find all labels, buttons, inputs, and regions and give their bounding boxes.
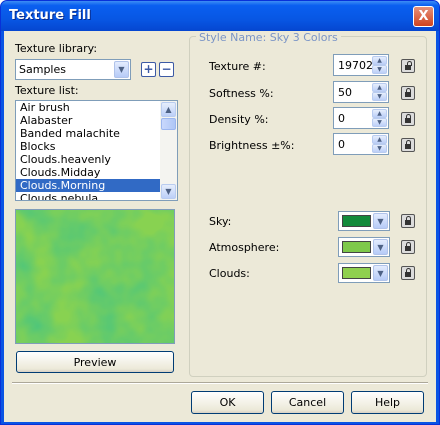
texture-list-label: Texture list: (15, 84, 79, 97)
sky-lock-icon[interactable] (401, 214, 415, 228)
texture-preview (15, 209, 175, 344)
remove-library-button[interactable]: − (159, 62, 174, 77)
title-bar[interactable]: Texture Fill X (1, 1, 439, 31)
cancel-button[interactable]: Cancel (271, 391, 344, 414)
spin-down-icon[interactable]: ▼ (372, 118, 387, 127)
chevron-down-icon[interactable]: ▼ (373, 239, 388, 255)
spin-up-icon[interactable]: ▲ (372, 56, 387, 65)
atmosphere-lock-icon[interactable] (401, 240, 415, 254)
scroll-up-icon[interactable]: ▲ (161, 102, 176, 117)
clouds-color-picker[interactable]: ▼ (338, 263, 390, 283)
texture-library-label: Texture library: (15, 42, 98, 55)
list-item[interactable]: Clouds.Morning (16, 179, 177, 192)
atmosphere-color-swatch (342, 241, 371, 253)
dialog-window: Texture Fill X Texture library: Samples … (0, 0, 440, 425)
scroll-thumb[interactable] (161, 118, 176, 130)
softness-label: Softness %: (209, 87, 274, 100)
spin-down-icon[interactable]: ▼ (372, 92, 387, 101)
chevron-down-icon[interactable]: ▼ (114, 61, 129, 78)
spin-up-icon[interactable]: ▲ (372, 83, 387, 92)
chevron-down-icon[interactable]: ▼ (373, 213, 388, 229)
sky-color-swatch (342, 215, 371, 227)
softness-value: 50 (338, 86, 352, 99)
dialog-body: Texture library: Samples ▼ + − Texture l… (4, 31, 436, 422)
list-scrollbar[interactable]: ▲ ▼ (160, 101, 177, 200)
spin-down-icon[interactable]: ▼ (372, 144, 387, 153)
density-value: 0 (338, 112, 345, 125)
spin-up-icon[interactable]: ▲ (372, 109, 387, 118)
texture-list-items: Air brush Alabaster Banded malachite Blocks… (16, 101, 177, 200)
preview-button-label: Preview (73, 356, 117, 369)
sky-label: Sky: (209, 215, 232, 228)
close-button[interactable]: X (413, 6, 434, 27)
texture-number-value: 19702 (338, 59, 373, 72)
chevron-down-icon[interactable]: ▼ (373, 265, 388, 281)
style-name-label: Style Name: Sky 3 Colors (196, 31, 341, 44)
footer-divider (12, 382, 428, 384)
texture-library-select[interactable]: Samples ▼ (15, 59, 131, 80)
scroll-down-icon[interactable]: ▼ (161, 184, 176, 199)
sky-color-picker[interactable]: ▼ (338, 211, 390, 231)
list-item[interactable]: Air brush (16, 101, 177, 114)
softness-lock-icon[interactable] (401, 86, 415, 100)
brightness-input[interactable]: 0 ▲ ▼ (333, 133, 389, 155)
texture-lock-icon[interactable] (401, 59, 415, 73)
spin-up-icon[interactable]: ▲ (372, 135, 387, 144)
add-library-button[interactable]: + (141, 62, 156, 77)
list-item[interactable]: Clouds.nebula (16, 192, 177, 200)
ok-button-label: OK (219, 396, 236, 409)
clouds-label: Clouds: (209, 267, 250, 280)
atmosphere-label: Atmosphere: (209, 241, 280, 254)
help-button-label: Help (374, 396, 401, 409)
spin-down-icon[interactable]: ▼ (372, 65, 387, 74)
density-input[interactable]: 0 ▲ ▼ (333, 107, 389, 129)
brightness-value: 0 (338, 138, 345, 151)
ok-button[interactable]: OK (191, 391, 264, 414)
list-item[interactable]: Clouds.Midday (16, 166, 177, 179)
atmosphere-color-picker[interactable]: ▼ (338, 237, 390, 257)
cancel-button-label: Cancel (288, 396, 327, 409)
list-item[interactable]: Clouds.heavenly (16, 153, 177, 166)
brightness-label: Brightness ±%: (209, 139, 295, 152)
density-lock-icon[interactable] (401, 112, 415, 126)
window-title: Texture Fill (9, 8, 91, 23)
list-item[interactable]: Blocks (16, 140, 177, 153)
softness-input[interactable]: 50 ▲ ▼ (333, 81, 389, 103)
clouds-lock-icon[interactable] (401, 266, 415, 280)
list-item[interactable]: Alabaster (16, 114, 177, 127)
density-label: Density %: (209, 113, 269, 126)
brightness-lock-icon[interactable] (401, 138, 415, 152)
texture-number-label: Texture #: (209, 60, 266, 73)
preview-button[interactable]: Preview (16, 351, 174, 373)
texture-list[interactable]: Air brush Alabaster Banded malachite Blocks… (15, 100, 178, 201)
clouds-color-swatch (342, 267, 371, 279)
texture-number-input[interactable]: 19702 ▲ ▼ (333, 54, 389, 76)
list-item[interactable]: Banded malachite (16, 127, 177, 140)
texture-library-value: Samples (19, 63, 66, 76)
help-button[interactable]: Help (351, 391, 424, 414)
